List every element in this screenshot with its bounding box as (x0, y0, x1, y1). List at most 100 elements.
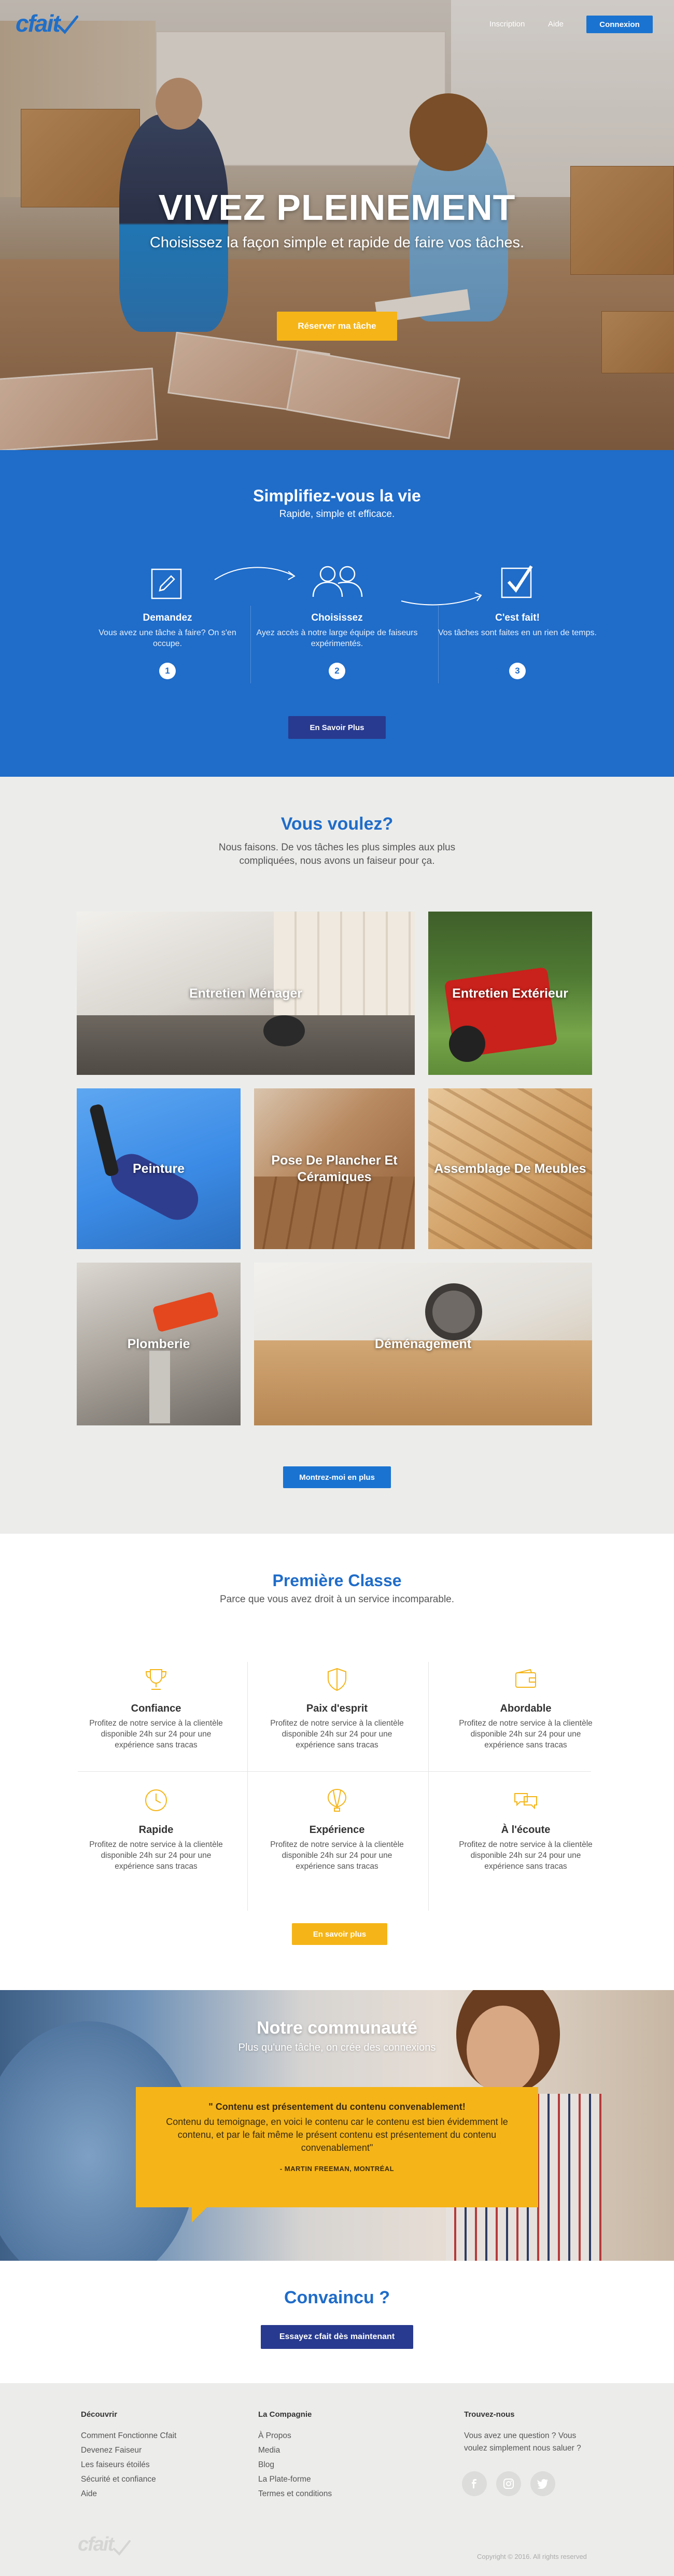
arrow-icon (214, 567, 296, 580)
footer-link[interactable]: À Propos (258, 2429, 332, 2443)
footer-link[interactable]: Sécurité et confiance (81, 2472, 176, 2487)
chat-icon (514, 1793, 537, 1810)
footer-link[interactable]: Termes et conditions (258, 2487, 332, 2501)
balloon-icon (327, 1788, 347, 1812)
features-section: Première Classe Parce que vous avez droi… (0, 1534, 674, 1990)
tile-label: Plomberie (127, 1337, 190, 1351)
cta-section: Convaincu ? Essayez cfait dès maintenant (0, 2261, 674, 2383)
hero-subtitle: Choisissez la façon simple et rapide de … (149, 234, 525, 251)
arrow-icon (401, 592, 482, 606)
feature-desc: Profitez de notre service à la clientèle… (89, 1840, 223, 1871)
community-subtitle: Plus qu'une tâche, on crée des connexion… (238, 2042, 436, 2053)
footer-link[interactable]: Les faiseurs étoilés (81, 2458, 176, 2472)
step-desc: Vous avez une tâche à faire? On s'en occ… (99, 628, 236, 648)
service-tile-peinture[interactable]: Peinture (77, 1088, 241, 1249)
show-more-button[interactable]: Montrez-moi en plus (283, 1466, 391, 1488)
services-subtitle: Nous faisons. De vos tâches les plus sim… (218, 842, 456, 866)
footer-link[interactable]: Devenez Faiseur (81, 2443, 176, 2458)
trophy-icon (145, 1669, 167, 1690)
footer-link[interactable]: Blog (258, 2458, 332, 2472)
step-title: C'est fait! (495, 612, 540, 623)
cfait-logo[interactable]: cfait (16, 9, 78, 37)
service-tile-assemblage[interactable]: Assemblage De Meubles (428, 1088, 592, 1249)
nav-inscription[interactable]: Inscription (489, 20, 525, 29)
nav-aide[interactable]: Aide (548, 20, 564, 29)
wallet-icon (515, 1669, 536, 1688)
footer-link[interactable]: Comment Fonctionne Cfait (81, 2429, 176, 2443)
community-section: Notre communauté Plus qu'une tâche, on c… (0, 1990, 674, 2261)
pencil-icon (151, 568, 182, 599)
book-task-button[interactable]: Réserver ma tâche (277, 312, 397, 341)
hero-title: VIVEZ PLEINEMENT (158, 187, 516, 228)
learn-more-button[interactable]: En Savoir Plus (288, 716, 386, 739)
step-desc: Ayez accès à notre large équipe de faise… (256, 628, 418, 648)
service-tile-demenagement[interactable]: Déménagement (254, 1263, 592, 1425)
step-title: Choisissez (311, 612, 363, 623)
step-desc: Vos tâches sont faites en un rien de tem… (438, 628, 597, 637)
clock-icon (145, 1789, 167, 1811)
facebook-icon[interactable] (462, 2471, 487, 2496)
service-tile-plancher[interactable]: Pose De Plancher Et Céramiques (254, 1088, 415, 1249)
feature-desc: Profitez de notre service à la clientèle… (89, 1719, 223, 1749)
footer-logo[interactable]: cfait (78, 2533, 131, 2556)
testimonial-box: " Contenu est présentement du contenu co… (136, 2087, 538, 2207)
feature-title: Rapide (138, 1824, 174, 1836)
community-title: Notre communauté (257, 2018, 417, 2038)
service-tile-entretien-menager[interactable]: Entretien Ménager (77, 912, 415, 1075)
service-tile-plomberie[interactable]: Plomberie (77, 1263, 241, 1425)
feature-title: Abordable (500, 1703, 552, 1714)
footer-link[interactable]: Media (258, 2443, 332, 2458)
instagram-icon[interactable] (496, 2471, 521, 2496)
feature-desc: Profitez de notre service à la clientèle… (270, 1719, 404, 1749)
testimonial-text: Contenu du temoignage, en voici le conte… (166, 2117, 508, 2153)
footer-contact-text: Vous avez une question ? Vous voulez sim… (464, 2431, 581, 2453)
step-number: 3 (509, 663, 526, 679)
twitter-icon[interactable] (530, 2471, 555, 2496)
footer-heading: Trouvez-nous (464, 2410, 515, 2419)
footer-heading: Découvrir (81, 2410, 118, 2419)
footer-link[interactable]: La Plate-forme (258, 2472, 332, 2487)
tile-label: Pose De Plancher Et Céramiques (271, 1153, 398, 1184)
footer-logo-text: cfait (78, 2533, 114, 2555)
feature-desc: Profitez de notre service à la clientèle… (459, 1719, 593, 1749)
how-subtitle: Rapide, simple et efficace. (279, 509, 395, 520)
feature-title: Confiance (131, 1703, 181, 1714)
footer-link[interactable]: Aide (81, 2487, 176, 2501)
checkmark-icon (57, 16, 78, 34)
copyright-text: Copyright © 2016. All rights reserved (477, 2553, 587, 2560)
testimonial-author: - MARTIN FREEMAN, MONTRÉAL (279, 2165, 395, 2173)
learn-more-yellow-button[interactable]: En savoir plus (292, 1923, 387, 1945)
features-title: Première Classe (272, 1571, 402, 1590)
feature-desc: Profitez de notre service à la clientèle… (459, 1840, 593, 1871)
cta-title: Convaincu ? (284, 2288, 390, 2307)
features-subtitle: Parce que vous avez droit à un service i… (219, 1594, 455, 1605)
tile-label: Déménagement (374, 1337, 472, 1351)
shield-icon (328, 1668, 346, 1691)
tile-label: Entretien Ménager (189, 986, 303, 1001)
tile-label: Entretien Extérieur (452, 986, 568, 1001)
hero-section: cfait Inscription Aide Connexion VIVEZ P… (0, 0, 674, 450)
tile-label: Peinture (132, 1161, 185, 1176)
how-title: Simplifiez-vous la vie (253, 486, 421, 505)
services-title: Vous voulez? (280, 814, 394, 834)
logo-text: cfait (16, 10, 61, 37)
login-button[interactable]: Connexion (586, 16, 653, 33)
step-title: Demandez (143, 612, 192, 623)
services-section: Vous voulez? Nous faisons. De vos tâches… (0, 777, 674, 1534)
feature-title: Expérience (309, 1824, 365, 1836)
footer-heading: La Compagnie (258, 2410, 312, 2419)
feature-desc: Profitez de notre service à la clientèle… (270, 1840, 404, 1871)
how-it-works-section: Simplifiez-vous la vie Rapide, simple et… (0, 450, 674, 777)
feature-title: À l'écoute (501, 1824, 551, 1836)
testimonial-pointer (192, 2207, 207, 2222)
step-number: 2 (329, 663, 345, 679)
feature-title: Paix d'esprit (306, 1703, 368, 1714)
service-tile-entretien-exterieur[interactable]: Entretien Extérieur (428, 912, 592, 1075)
checkbox-icon (501, 565, 533, 598)
checkmark-icon (113, 2540, 131, 2556)
people-icon (312, 566, 363, 597)
testimonial-headline: " Contenu est présentement du contenu co… (208, 2102, 466, 2112)
step-number: 1 (159, 663, 176, 679)
try-cfait-button[interactable]: Essayez cfait dès maintenant (261, 2325, 413, 2349)
footer: Découvrir Comment Fonctionne Cfait Deven… (0, 2383, 674, 2576)
